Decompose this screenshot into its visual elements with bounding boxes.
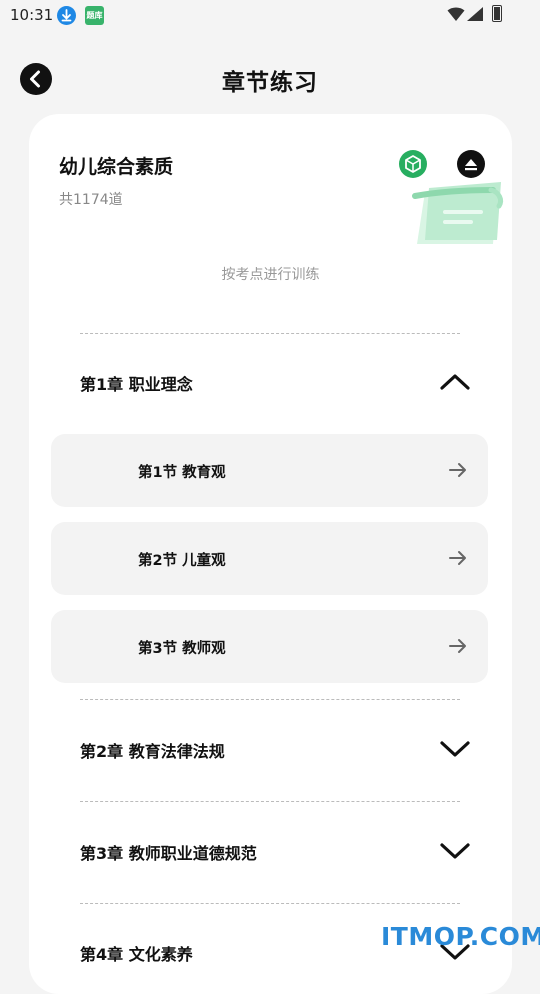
signal-icon: [467, 7, 483, 21]
chevron-up-icon: [440, 374, 470, 390]
divider: [80, 699, 460, 700]
chapter-row-1[interactable]: 第1章 职业理念: [80, 360, 470, 404]
arrow-right-icon: [449, 463, 466, 477]
section-label: 第2节 儿童观: [138, 553, 226, 569]
mode-hint: 按考点进行训练: [221, 267, 320, 283]
arrow-right-icon: [449, 551, 466, 565]
question-count: 共1174道: [59, 192, 123, 208]
status-time: 10:31: [10, 6, 54, 24]
chapter-row-2[interactable]: 第2章 教育法律法规: [80, 727, 470, 771]
divider: [80, 903, 460, 904]
battery-icon: [492, 5, 502, 22]
chapter-label: 第2章 教育法律法规: [80, 742, 225, 761]
app-notification-icon: 题库: [85, 6, 104, 25]
wifi-icon: [447, 7, 465, 21]
chapter-label: 第1章 职业理念: [80, 375, 193, 394]
chapter-label: 第3章 教师职业道德规范: [80, 844, 257, 863]
section-row-1-2[interactable]: 第2节 儿童观: [51, 522, 488, 595]
divider: [80, 333, 460, 334]
chapter-card: 幼儿综合素质 共1174道 按考点进行训练 第1章 职业理念 第1节 教育观 第…: [29, 114, 512, 994]
section-label: 第1节 教育观: [138, 465, 226, 481]
chapter-label: 第4章 文化素养: [80, 945, 193, 964]
chevron-down-icon: [440, 741, 470, 757]
arrow-right-icon: [449, 639, 466, 653]
download-icon: [57, 6, 76, 25]
page-title: 章节练习: [222, 70, 318, 96]
section-label: 第3节 教师观: [138, 641, 226, 657]
divider: [80, 801, 460, 802]
subject-title: 幼儿综合素质: [59, 156, 174, 178]
watermark: ITMOP.COM: [381, 922, 540, 951]
section-row-1-3[interactable]: 第3节 教师观: [51, 610, 488, 683]
chevron-down-icon: [440, 843, 470, 859]
status-bar: 10:31 题库: [0, 0, 540, 32]
chapter-row-3[interactable]: 第3章 教师职业道德规范: [80, 829, 470, 873]
section-row-1-1[interactable]: 第1节 教育观: [51, 434, 488, 507]
document-illustration-icon: [412, 182, 504, 244]
